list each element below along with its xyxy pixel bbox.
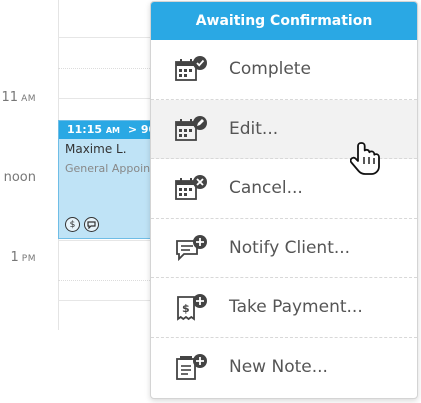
appointment-time: 11:15 AM > 90 xyxy=(59,121,157,139)
dollar-icon: $ xyxy=(65,217,80,232)
note-add-icon xyxy=(176,354,207,381)
calendar-edit-icon xyxy=(175,115,207,141)
menu-item-label: New Note... xyxy=(229,357,328,378)
menu-item-label: Complete xyxy=(229,59,311,80)
appointment-action-menu: Awaiting Confirmation Complete Edit... C… xyxy=(150,1,418,399)
hand-pointer-icon xyxy=(350,142,380,175)
menu-title: Awaiting Confirmation xyxy=(151,2,417,40)
appointment-client-name: Maxime L. xyxy=(65,142,127,156)
receipt-add-icon: $ xyxy=(177,294,207,322)
appointment-block[interactable]: 11:15 AM > 90 Maxime L. General Appoin $ xyxy=(58,120,158,239)
menu-item-label: Notify Client... xyxy=(229,237,351,258)
chat-icon xyxy=(84,217,99,232)
calendar-cancel-icon xyxy=(175,175,207,201)
chat-add-icon xyxy=(176,234,207,261)
appointment-icons: $ xyxy=(65,217,99,232)
svg-text:$: $ xyxy=(182,302,190,315)
appointment-service: General Appoin xyxy=(65,162,151,175)
menu-item-complete[interactable]: Complete xyxy=(151,40,417,100)
menu-item-label: Take Payment... xyxy=(229,297,363,318)
time-label-1pm: 1 PM xyxy=(10,250,36,265)
menu-item-label: Edit... xyxy=(229,118,279,139)
calendar-check-icon xyxy=(175,56,207,82)
menu-item-label: Cancel... xyxy=(229,178,303,199)
time-label-11am: 11 AM xyxy=(1,90,36,105)
menu-item-new-note[interactable]: New Note... xyxy=(151,338,417,398)
menu-item-notify-client[interactable]: Notify Client... xyxy=(151,219,417,278)
menu-item-take-payment[interactable]: $ Take Payment... xyxy=(151,278,417,338)
time-label-noon: noon xyxy=(3,170,36,185)
